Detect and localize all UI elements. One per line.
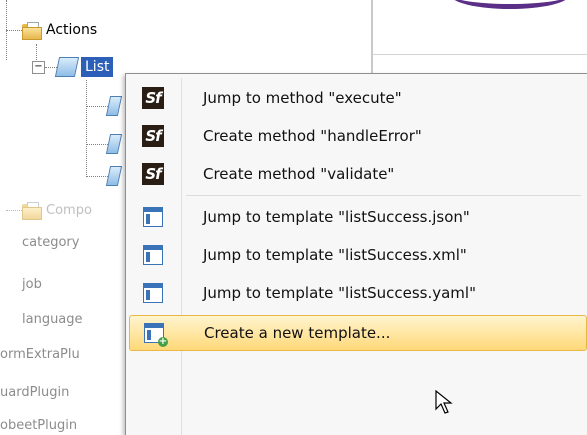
- tree-label: uardPlugin: [0, 385, 70, 400]
- menu-item-label: Create a new template...: [204, 324, 391, 342]
- tree-label: Actions: [46, 22, 98, 38]
- tree-connector: [6, 29, 22, 31]
- menu-item-jump-execute[interactable]: Sf Jump to method "execute": [129, 79, 585, 117]
- symfony-icon: Sf: [142, 125, 164, 147]
- context-menu: Sf Jump to method "execute" Sf Create me…: [125, 73, 587, 435]
- tree-connector: [6, 209, 22, 211]
- template-icon: [143, 245, 163, 265]
- menu-item-label: Jump to template "listSuccess.yaml": [203, 284, 476, 302]
- tree-item[interactable]: obeetPlugin: [0, 418, 77, 433]
- mouse-cursor-icon: [435, 390, 453, 414]
- tree-label: language: [22, 312, 83, 327]
- new-template-icon: +: [144, 323, 168, 347]
- tree-label: Compo: [46, 202, 92, 218]
- menu-item-label: Jump to method "execute": [203, 89, 402, 107]
- symfony-icon: Sf: [142, 87, 164, 109]
- tree-item[interactable]: job: [22, 277, 42, 292]
- menu-item-create-validate[interactable]: Sf Create method "validate": [129, 155, 585, 193]
- right-panel-line: [373, 54, 587, 55]
- tree-item-actions[interactable]: Actions: [6, 22, 98, 40]
- menu-item-create-handleerror[interactable]: Sf Create method "handleError": [129, 117, 585, 155]
- menu-item-create-new-template[interactable]: + Create a new template...: [129, 315, 587, 351]
- decorative-arc: [450, 0, 570, 9]
- module-icon: [54, 57, 80, 77]
- folder-icon: [22, 202, 42, 220]
- menu-item-label: Jump to template "listSuccess.json": [203, 208, 470, 226]
- tree-item[interactable]: ormExtraPlu: [0, 347, 80, 362]
- tree-item[interactable]: language: [22, 312, 83, 327]
- action-icon: [105, 134, 123, 154]
- symfony-icon: Sf: [142, 163, 164, 185]
- tree-label: job: [22, 277, 42, 292]
- action-icon: [105, 166, 123, 186]
- tree-connector: [45, 66, 57, 68]
- action-icon: [105, 96, 123, 116]
- menu-item-label: Create method "validate": [203, 165, 395, 183]
- menu-item-label: Jump to template "listSuccess.xml": [203, 246, 467, 264]
- tree-item-action[interactable]: [86, 134, 123, 154]
- tree-item-action[interactable]: [86, 166, 123, 186]
- folder-icon: [22, 22, 42, 40]
- menu-item-jump-template-xml[interactable]: Jump to template "listSuccess.xml": [129, 236, 585, 274]
- tree-connector: [86, 143, 108, 145]
- tree-item-action[interactable]: [86, 96, 123, 116]
- menu-separator: [186, 195, 581, 196]
- menu-item-jump-template-yaml[interactable]: Jump to template "listSuccess.yaml": [129, 274, 585, 312]
- menu-item-jump-template-json[interactable]: Jump to template "listSuccess.json": [129, 198, 585, 236]
- tree-label: category: [22, 235, 80, 250]
- tree-item[interactable]: uardPlugin: [0, 385, 69, 400]
- tree-item[interactable]: category: [22, 235, 79, 250]
- tree-connector: [86, 175, 108, 177]
- tree-connector: [86, 105, 108, 107]
- tree-label: obeetPlugin: [0, 418, 78, 433]
- template-icon: [143, 207, 163, 227]
- tree-label: ormExtraPlu: [0, 347, 80, 362]
- tree-item-components[interactable]: Compo: [6, 202, 92, 220]
- tree-line: [86, 80, 87, 175]
- template-icon: [143, 283, 163, 303]
- tree-label-selected: List: [81, 57, 114, 77]
- tree-item-list[interactable]: − List: [32, 57, 114, 77]
- collapse-icon[interactable]: −: [32, 60, 45, 74]
- menu-item-label: Create method "handleError": [203, 127, 422, 145]
